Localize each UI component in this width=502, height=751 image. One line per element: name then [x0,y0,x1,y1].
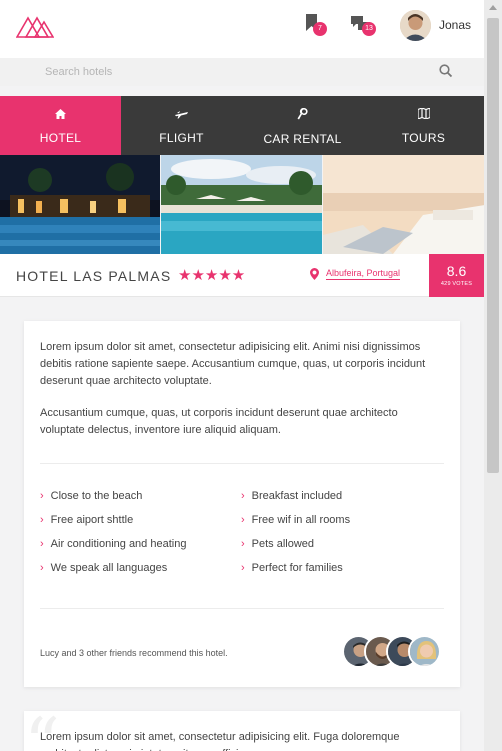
review-card: “ Lorem ipsum dolor sit amet, consectetu… [24,711,460,751]
review-text: Lorem ipsum dolor sit amet, consectetur … [40,731,400,751]
wrench-icon [297,107,308,123]
chevron-right-icon: › [241,562,245,574]
chevron-right-icon: › [40,514,44,526]
hotel-photo-night-pool[interactable] [0,155,161,254]
tab-tours[interactable]: TOURS [363,96,484,155]
tab-label: CAR RENTAL [263,132,342,146]
airplane-icon [175,108,188,122]
hotel-name: HOTEL LAS PALMAS [16,268,172,284]
description-paragraph: Lorem ipsum dolor sit amet, consectetur … [40,341,426,387]
tab-label: FLIGHT [159,131,204,145]
tab-hotel[interactable]: HOTEL [0,96,121,155]
chevron-right-icon: › [40,538,44,550]
messages-badge: 13 [362,22,376,36]
search-icon[interactable] [439,64,453,83]
chevron-right-icon: › [241,490,245,502]
star-rating: ★★★★★ [178,267,246,284]
map-icon [416,107,431,122]
hotel-photo-pool-day[interactable] [161,155,322,254]
rating-score-box: 8.6 429 VOTES [429,254,484,297]
tab-car-rental[interactable]: CAR RENTAL [242,96,363,155]
chevron-right-icon: › [40,562,44,574]
friends-avatar-group [342,635,442,668]
hotel-title-bar: HOTEL LAS PALMAS ★★★★★ Albufeira, Portug… [0,254,484,297]
feature-item: › Free aiport shttle [40,514,134,526]
scrollbar-thumb[interactable] [487,18,499,473]
divider [40,463,444,464]
chevron-right-icon: › [241,514,245,526]
friends-recommend-text: Lucy and 3 other friends recommend this … [40,648,228,658]
rating-score: 8.6 [446,263,467,279]
user-avatar[interactable] [400,10,431,41]
hotel-gallery [0,155,484,254]
page-scrollbar[interactable] [484,0,502,751]
top-bar: 7 13 Jonas [0,0,484,58]
scroll-up-icon[interactable] [489,5,497,10]
username[interactable]: Jonas [439,18,471,32]
logo-icon[interactable] [15,12,55,43]
bookmark-badge: 7 [313,22,327,36]
feature-item: › Perfect for families [241,562,343,574]
map-pin-icon [310,267,319,285]
description-paragraph: Accusantium cumque, quas, ut corporis in… [40,407,398,436]
divider [40,608,444,609]
chevron-right-icon: › [241,538,245,550]
tab-flight[interactable]: FLIGHT [121,96,242,155]
friend-avatar[interactable] [408,635,441,668]
feature-item: › Free wif in all rooms [241,514,351,526]
tab-label: HOTEL [39,131,82,145]
category-nav: HOTEL FLIGHT CAR RENTAL TOURS [0,96,484,155]
hotel-details-card: Lorem ipsum dolor sit amet, consectetur … [24,321,460,687]
chevron-right-icon: › [40,490,44,502]
hotel-location-link[interactable]: Albufeira, Portugal [326,268,401,280]
feature-item: › Breakfast included [241,490,343,502]
tab-label: TOURS [401,131,446,145]
feature-item: › Close to the beach [40,490,143,502]
feature-item: › Pets allowed [241,538,315,550]
vote-count: 429 VOTES [440,281,473,287]
search-bar [0,58,484,86]
search-input[interactable] [0,58,430,86]
feature-item: › We speak all languages [40,562,168,574]
home-icon [55,108,66,122]
hotel-photo-sea-view[interactable] [322,155,484,254]
feature-item: › Air conditioning and heating [40,538,187,550]
